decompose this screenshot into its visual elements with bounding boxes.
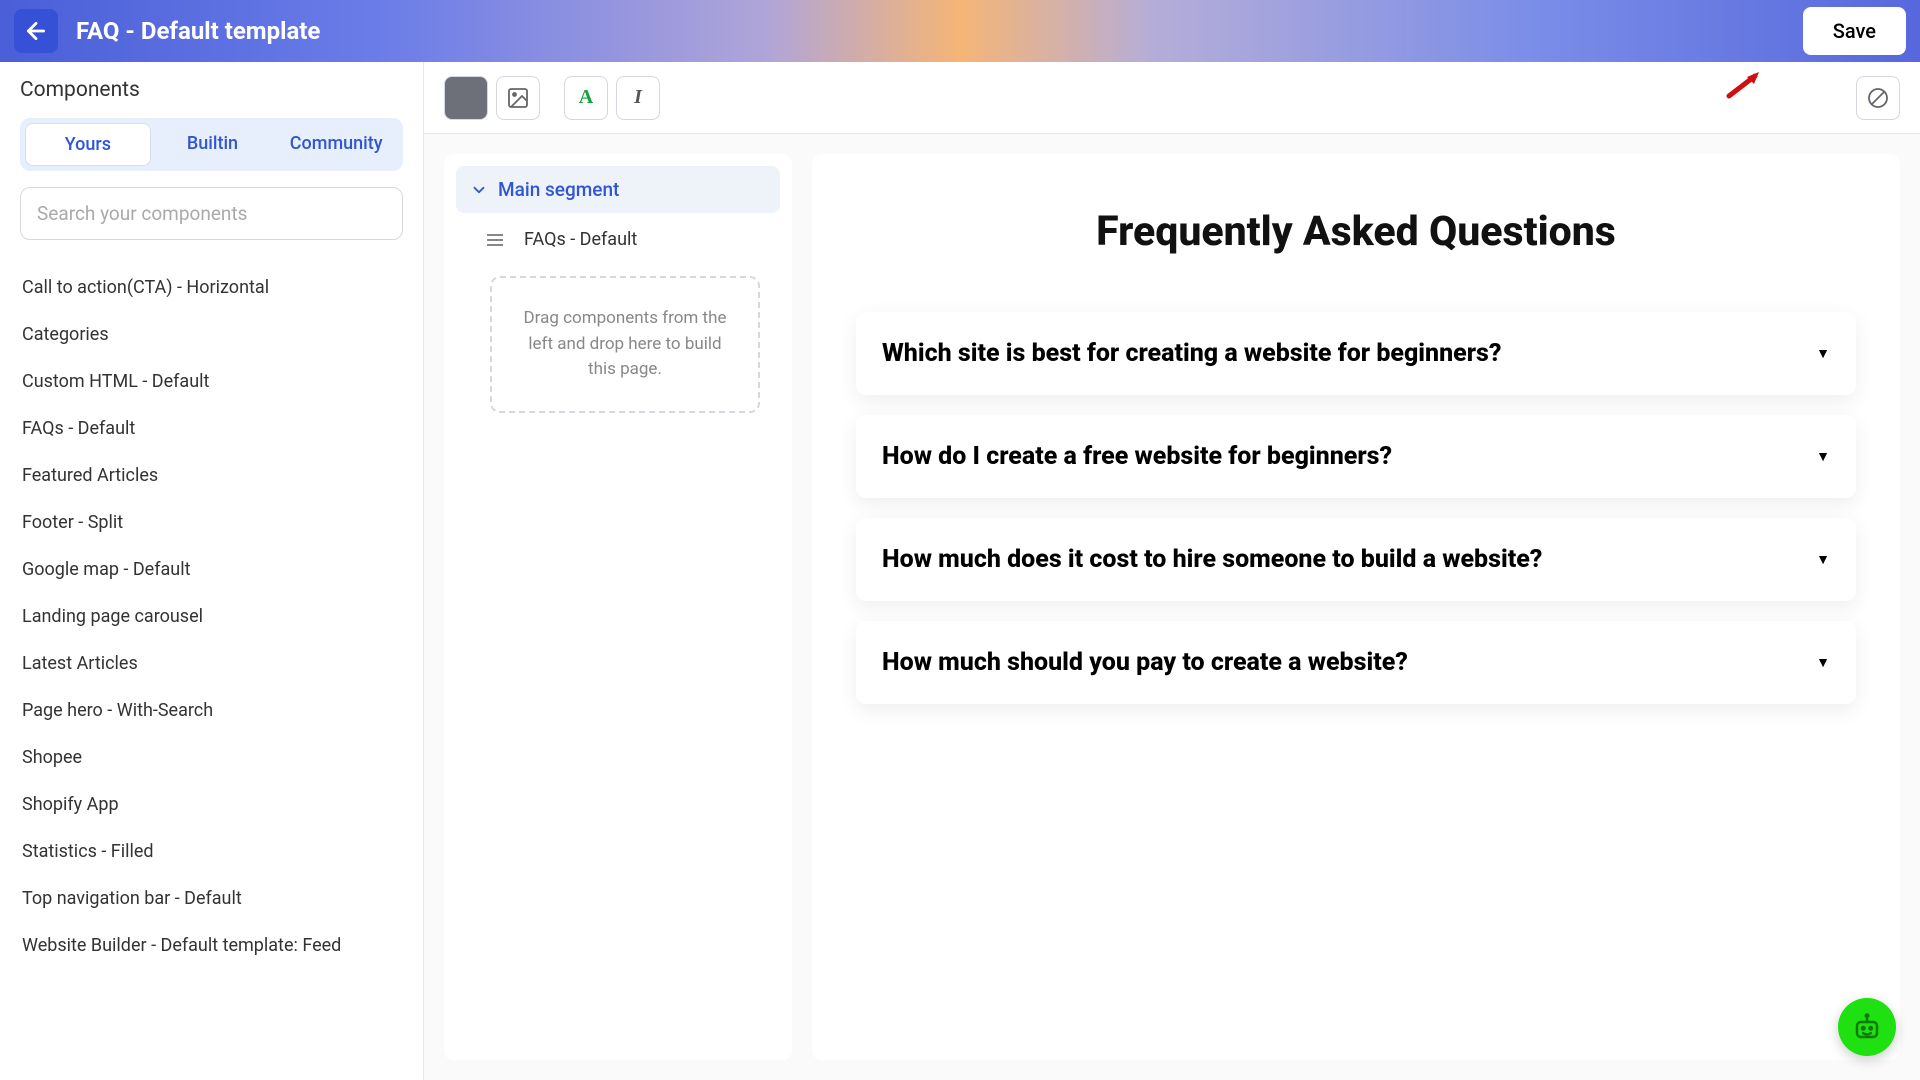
list-item[interactable]: Footer - Split: [20, 499, 403, 546]
faq-question: How much does it cost to hire someone to…: [882, 545, 1542, 574]
toolbar-left: A I: [444, 76, 660, 120]
faq-question: How do I create a free website for begin…: [882, 442, 1392, 471]
list-item[interactable]: Featured Articles: [20, 452, 403, 499]
list-item[interactable]: Google map - Default: [20, 546, 403, 593]
text-color-button[interactable]: A: [564, 76, 608, 120]
list-item[interactable]: Landing page carousel: [20, 593, 403, 640]
list-item[interactable]: Categories: [20, 311, 403, 358]
tab-community[interactable]: Community: [274, 123, 398, 166]
drag-handle-icon: [486, 233, 504, 247]
caret-down-icon: ▼: [1816, 551, 1830, 568]
component-tabs: Yours Builtin Community: [20, 118, 403, 171]
hide-button[interactable]: [1856, 76, 1900, 120]
tab-builtin[interactable]: Builtin: [151, 123, 275, 166]
caret-down-icon: ▼: [1816, 448, 1830, 465]
caret-down-icon: ▼: [1816, 654, 1830, 671]
faq-question: Which site is best for creating a websit…: [882, 339, 1501, 368]
caret-down-icon: ▼: [1816, 345, 1830, 362]
italic-button[interactable]: I: [616, 76, 660, 120]
tab-yours[interactable]: Yours: [25, 123, 151, 166]
chevron-down-icon: [470, 181, 488, 199]
faq-item[interactable]: How do I create a free website for begin…: [856, 415, 1856, 498]
faq-item[interactable]: How much should you pay to create a webs…: [856, 621, 1856, 704]
image-icon: [506, 86, 530, 110]
chat-button[interactable]: [1838, 998, 1896, 1056]
preview-panel: Frequently Asked Questions Which site is…: [812, 154, 1900, 1060]
back-button[interactable]: [14, 9, 58, 53]
list-item[interactable]: Page hero - With-Search: [20, 687, 403, 734]
faq-item[interactable]: Which site is best for creating a websit…: [856, 312, 1856, 395]
page-title: FAQ - Default template: [76, 17, 320, 45]
faq-question: How much should you pay to create a webs…: [882, 648, 1408, 677]
tree-panel: Main segment FAQs - Default Drag compone…: [444, 154, 792, 1060]
app-header: FAQ - Default template Save: [0, 0, 1920, 62]
list-item[interactable]: Shopify App: [20, 781, 403, 828]
segment-label: Main segment: [498, 178, 619, 201]
color-swatch-button[interactable]: [444, 76, 488, 120]
main-area: Components Yours Builtin Community Call …: [0, 62, 1920, 1080]
list-item[interactable]: Website Builder - Default template: Feed: [20, 922, 403, 969]
sidebar-title: Components: [20, 78, 403, 102]
editor-area: A I Main segment FAQs - Default Drag com…: [424, 62, 1920, 1080]
faq-heading: Frequently Asked Questions: [1096, 208, 1616, 256]
save-button[interactable]: Save: [1803, 7, 1906, 55]
faq-item[interactable]: How much does it cost to hire someone to…: [856, 518, 1856, 601]
list-item[interactable]: Shopee: [20, 734, 403, 781]
bot-icon: [1852, 1012, 1882, 1042]
list-item[interactable]: FAQs - Default: [20, 405, 403, 452]
component-list: Call to action(CTA) - Horizontal Categor…: [20, 264, 403, 969]
canvas-row: Main segment FAQs - Default Drag compone…: [424, 134, 1920, 1080]
list-item[interactable]: Top navigation bar - Default: [20, 875, 403, 922]
search-input[interactable]: [20, 187, 403, 240]
tree-item-label: FAQs - Default: [524, 229, 637, 250]
list-item[interactable]: Custom HTML - Default: [20, 358, 403, 405]
list-item[interactable]: Call to action(CTA) - Horizontal: [20, 264, 403, 311]
faq-list: Which site is best for creating a websit…: [856, 312, 1856, 704]
component-sidebar: Components Yours Builtin Community Call …: [0, 62, 424, 1080]
tree-item-faqs[interactable]: FAQs - Default: [456, 213, 780, 266]
slash-circle-icon: [1866, 86, 1890, 110]
arrow-left-icon: [23, 18, 49, 44]
drop-zone[interactable]: Drag components from the left and drop h…: [490, 276, 760, 413]
image-button[interactable]: [496, 76, 540, 120]
segment-main[interactable]: Main segment: [456, 166, 780, 213]
header-left: FAQ - Default template: [14, 9, 320, 53]
toolbar: A I: [424, 62, 1920, 134]
list-item[interactable]: Statistics - Filled: [20, 828, 403, 875]
list-item[interactable]: Latest Articles: [20, 640, 403, 687]
